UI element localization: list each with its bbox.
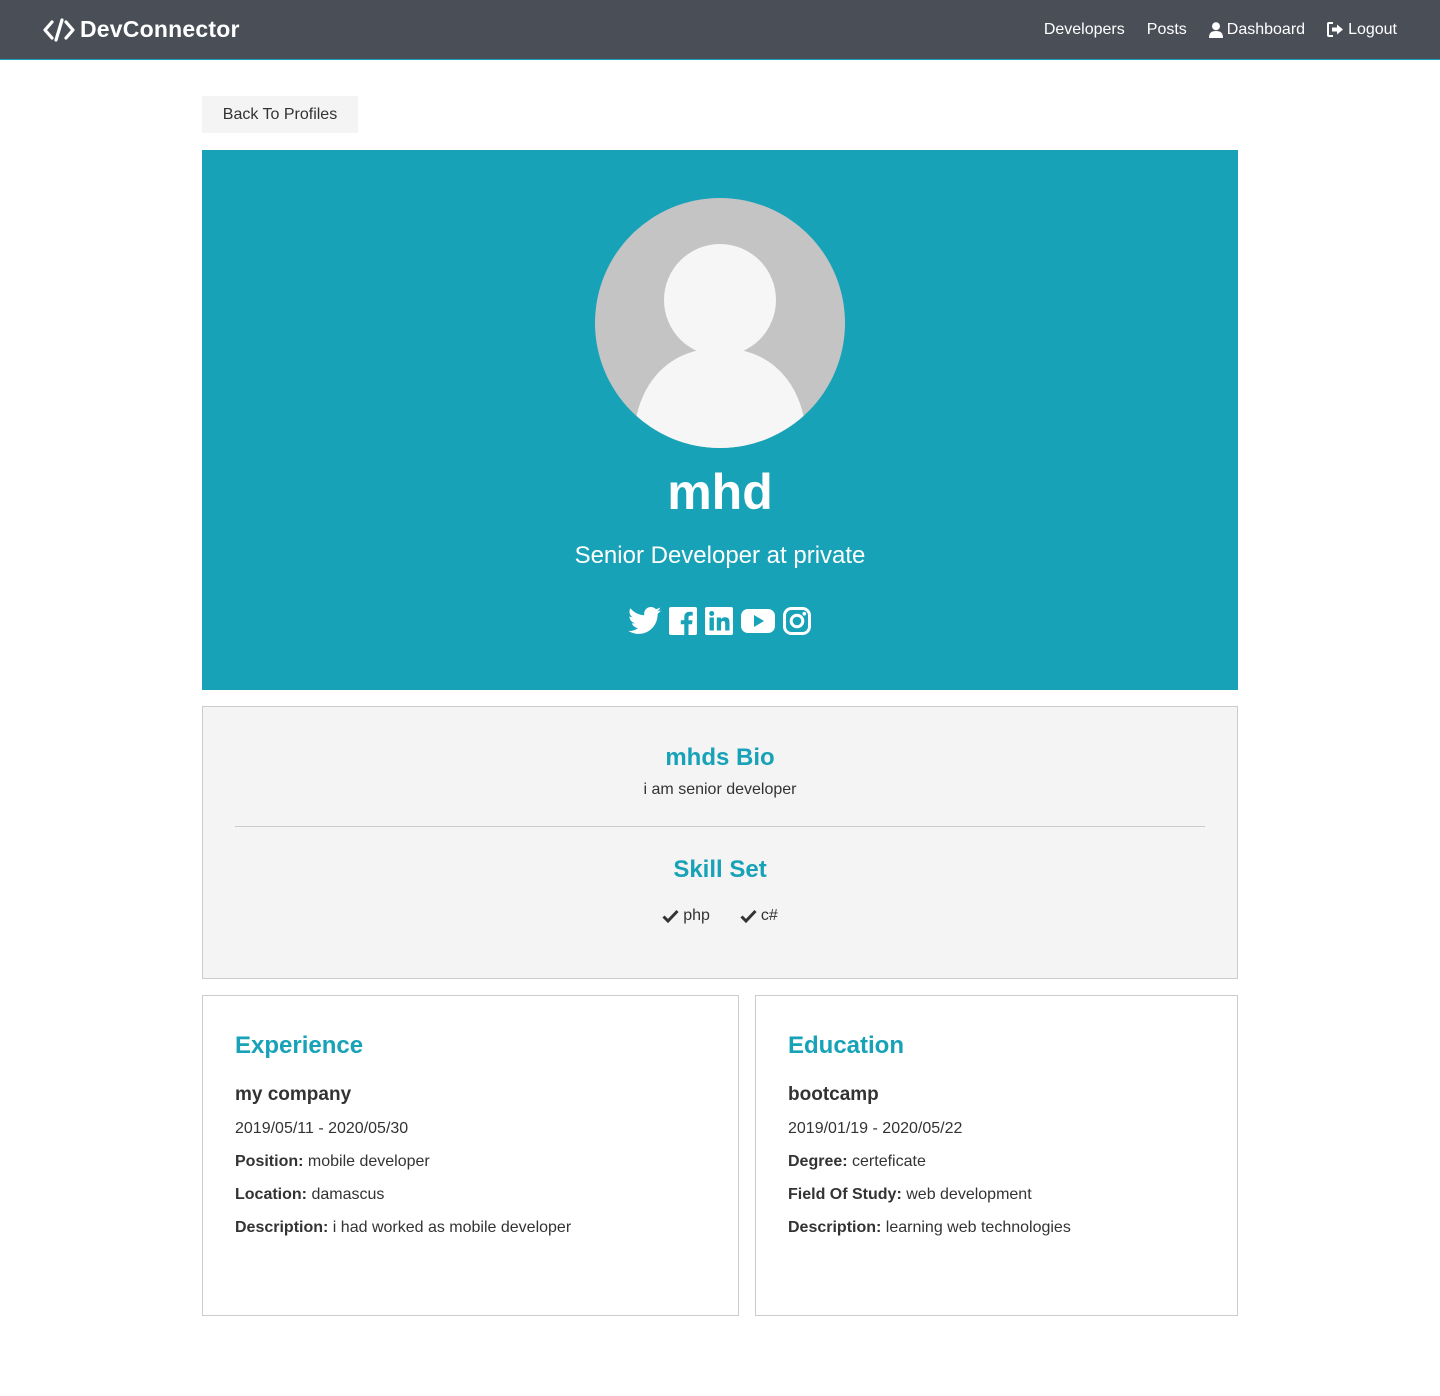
- check-icon: [662, 909, 679, 923]
- youtube-icon[interactable]: [740, 608, 776, 634]
- nav-posts-link[interactable]: Posts: [1147, 21, 1187, 39]
- nav-developers-link[interactable]: Developers: [1044, 21, 1125, 39]
- profile-about: mhds Bio i am senior developer Skill Set…: [202, 706, 1238, 979]
- linkedin-icon[interactable]: [704, 606, 734, 636]
- profile-status: Senior Developer at private: [574, 542, 866, 569]
- experience-title: Experience: [235, 1032, 364, 1059]
- experience-company: my company: [235, 1084, 352, 1105]
- user-icon: [1208, 21, 1223, 38]
- education-school: bootcamp: [788, 1084, 879, 1105]
- education-title: Education: [788, 1032, 905, 1059]
- skill-item: php: [662, 907, 710, 925]
- social-links: [202, 606, 1238, 636]
- experience-dates: 2019/05/11 - 2020/05/30: [235, 1120, 409, 1137]
- twitter-icon[interactable]: [628, 607, 662, 635]
- back-to-profiles-button[interactable]: Back To Profiles: [202, 96, 358, 133]
- navbar: DevConnector Developers Posts Dashboard …: [0, 0, 1440, 60]
- brand-name: DevConnector: [80, 16, 240, 42]
- instagram-icon[interactable]: [782, 606, 812, 636]
- sign-out-icon: [1327, 22, 1344, 37]
- divider: [235, 826, 1205, 827]
- nav-links: Developers Posts Dashboard Logout: [1022, 21, 1397, 39]
- skills-list: php c#: [203, 907, 1237, 925]
- nav-dashboard-link[interactable]: Dashboard: [1208, 20, 1306, 39]
- nav-developers-label: Developers: [1043, 20, 1125, 38]
- facebook-icon[interactable]: [668, 606, 698, 636]
- profile-name: mhd: [667, 464, 773, 520]
- experience-card: Experience my company 2019/05/11 - 2020/…: [202, 995, 739, 1316]
- skill-label: php: [683, 907, 710, 924]
- nav-posts-label: Posts: [1146, 20, 1187, 38]
- education-degree: Degree: certeficate: [788, 1153, 926, 1170]
- nav-dashboard-label: Dashboard: [1226, 20, 1306, 38]
- bio-title: mhds Bio: [665, 744, 775, 771]
- experience-position: Position: mobile developer: [235, 1153, 430, 1170]
- education-dates: 2019/01/19 - 2020/05/22: [788, 1120, 963, 1137]
- nav-logout-label: Logout: [1348, 20, 1397, 38]
- avatar: [595, 198, 845, 448]
- education-field: Field Of Study: web development: [788, 1186, 1032, 1203]
- check-icon: [740, 909, 757, 923]
- code-icon: [43, 17, 75, 42]
- profile-header: mhd Senior Developer at private: [202, 150, 1238, 690]
- education-card: Education bootcamp 2019/01/19 - 2020/05/…: [755, 995, 1238, 1316]
- experience-location: Location: damascus: [235, 1186, 385, 1203]
- brand-link[interactable]: DevConnector: [43, 16, 240, 43]
- education-description: Description: learning web technologies: [788, 1219, 1071, 1236]
- experience-description: Description: i had worked as mobile deve…: [235, 1219, 572, 1236]
- skill-label: c#: [760, 907, 778, 924]
- skill-set-title: Skill Set: [673, 856, 767, 883]
- nav-logout-link[interactable]: Logout: [1327, 21, 1397, 39]
- skill-item: c#: [740, 907, 778, 925]
- default-avatar-icon: [633, 244, 807, 448]
- bio-text: i am senior developer: [643, 781, 797, 798]
